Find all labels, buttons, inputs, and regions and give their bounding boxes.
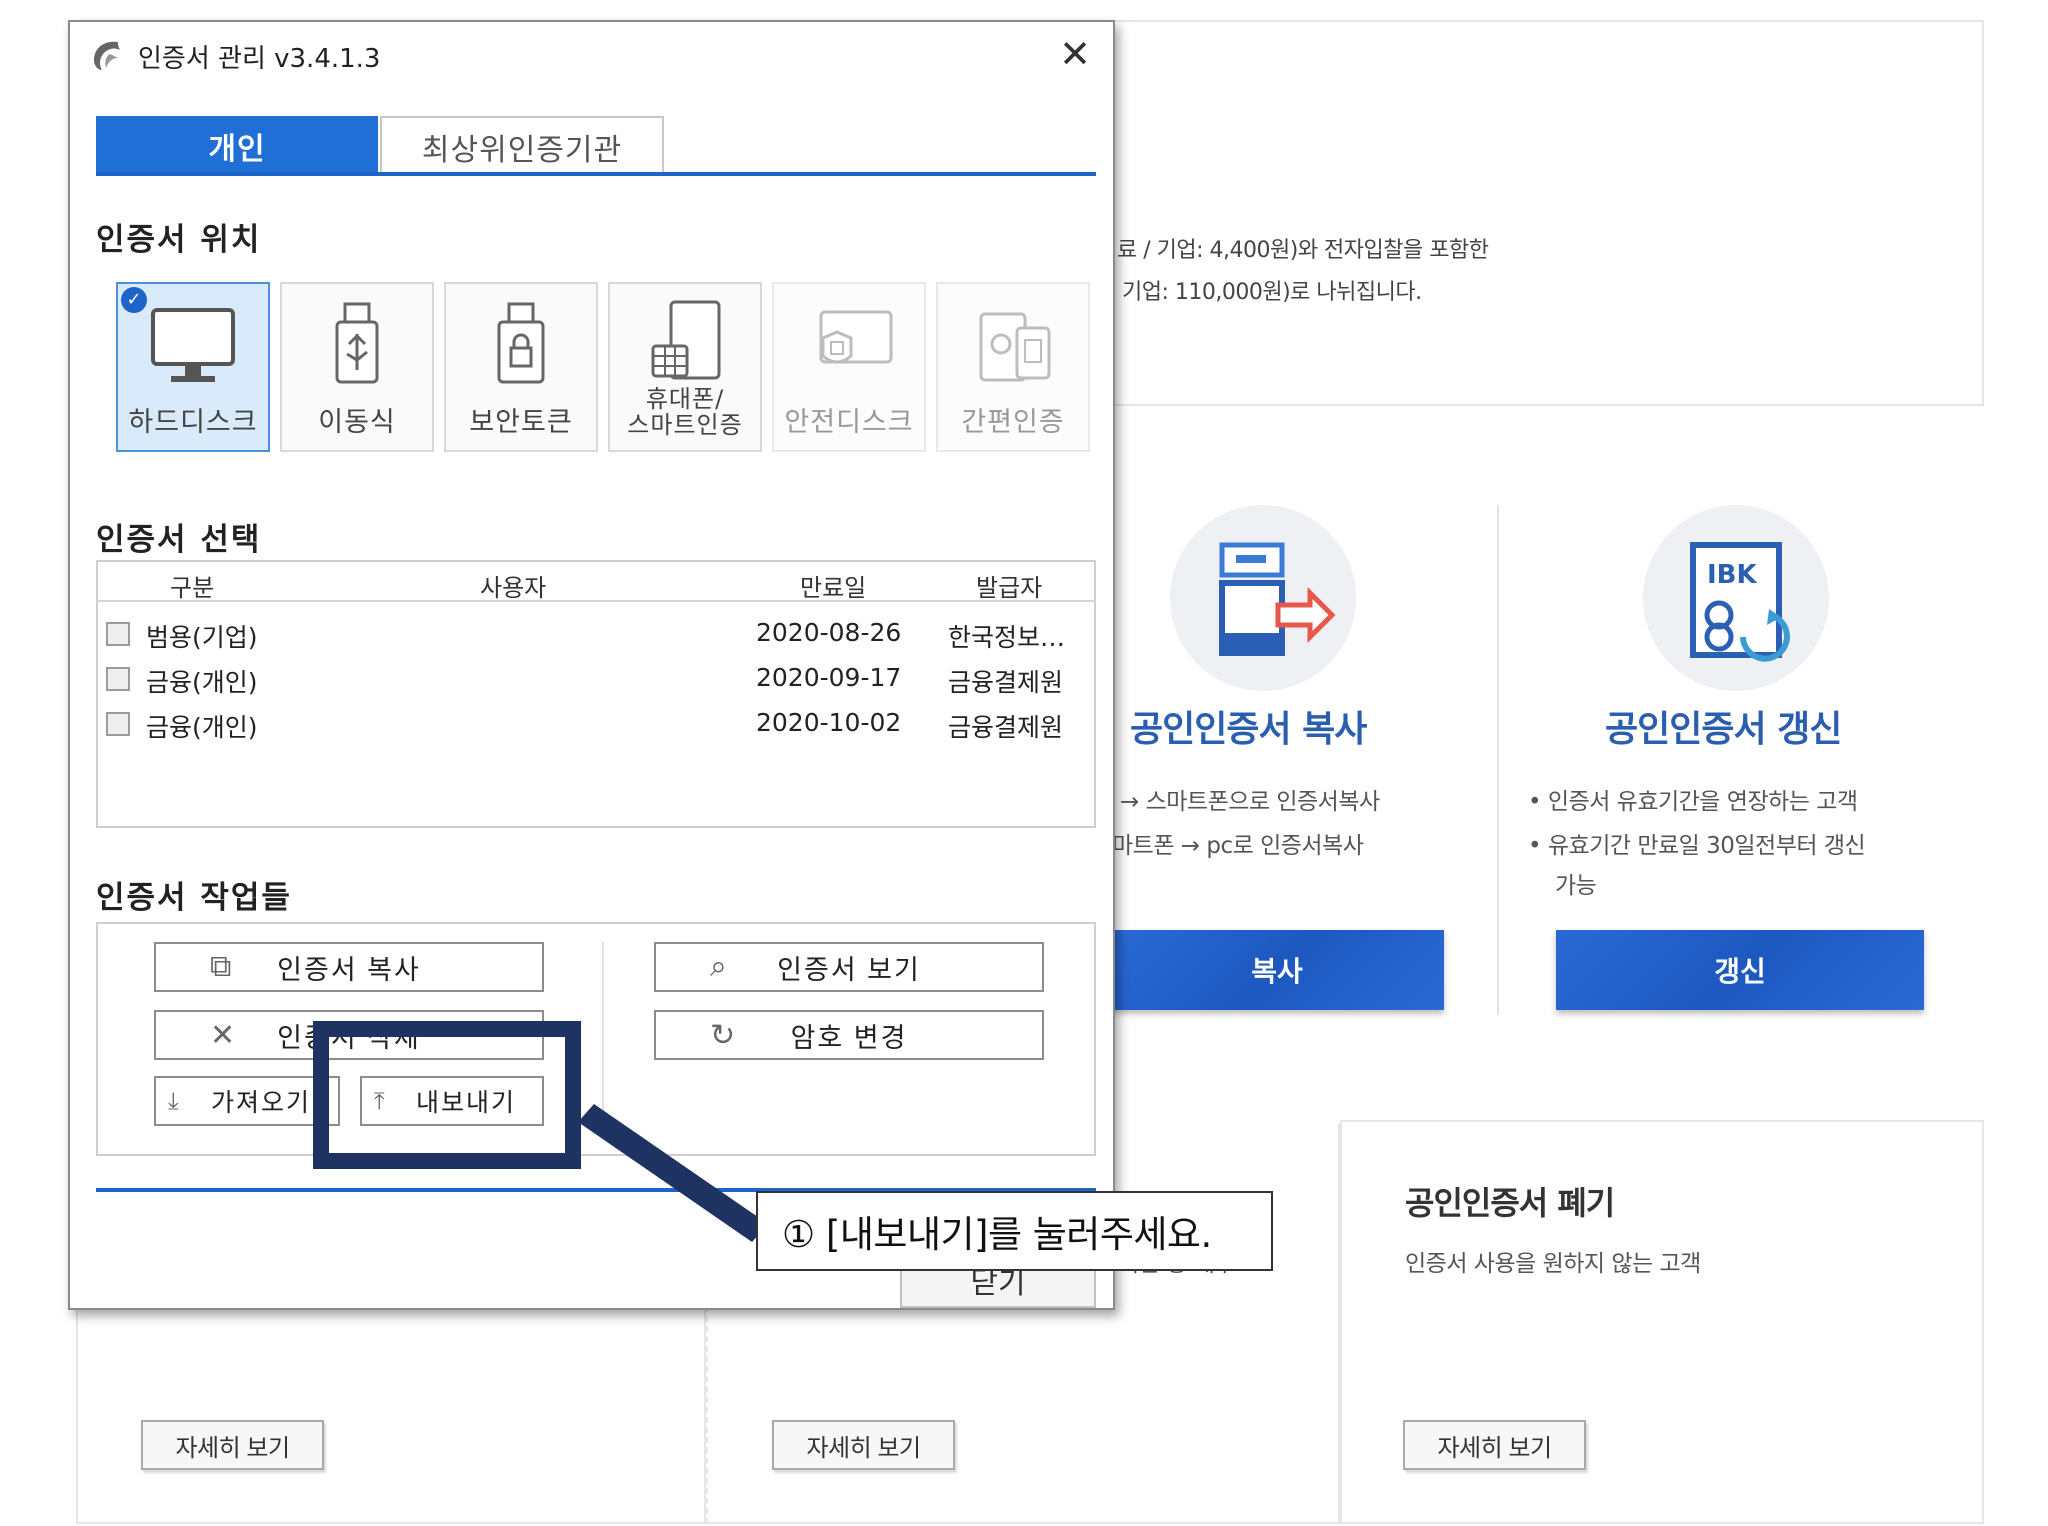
export-highlight-box	[313, 1021, 581, 1169]
instruction-callout: ① [내보내기]를 눌러주세요.	[756, 1191, 1273, 1271]
callout-leader-line	[578, 1104, 768, 1242]
